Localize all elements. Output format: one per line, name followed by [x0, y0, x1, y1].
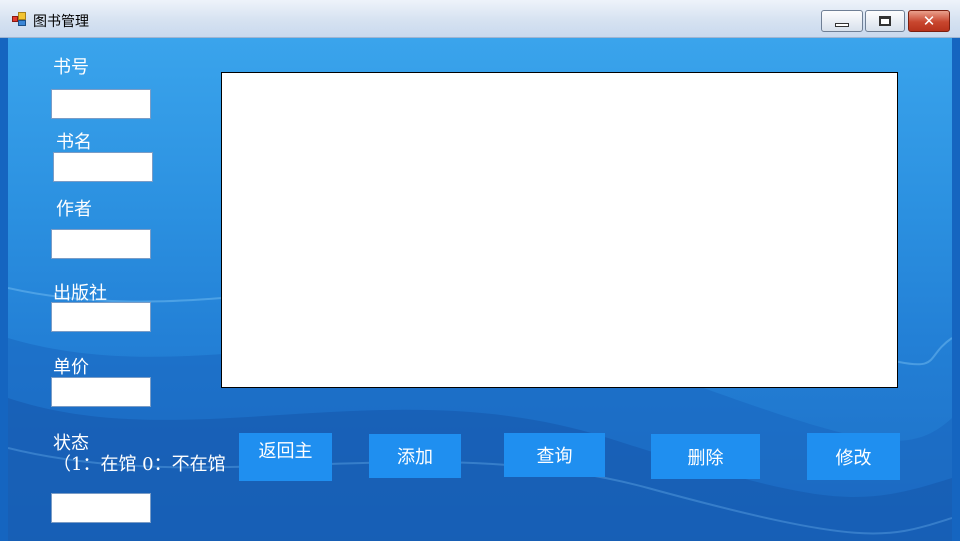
- delete-button[interactable]: 删除: [651, 434, 760, 479]
- close-button[interactable]: ✕: [908, 10, 950, 32]
- status-hint: （1：在馆 0：不在馆: [53, 454, 226, 475]
- book-no-input[interactable]: [51, 89, 151, 119]
- title-bar[interactable]: 图书管理 ✕: [0, 0, 960, 38]
- status-label: 状态: [53, 433, 89, 454]
- maximize-icon: [879, 16, 891, 26]
- back-to-main-button[interactable]: 返回主: [239, 433, 332, 481]
- close-icon: ✕: [922, 11, 936, 30]
- status-input[interactable]: [51, 493, 151, 523]
- query-button[interactable]: 查询: [504, 433, 605, 477]
- book-no-label: 书号: [53, 57, 89, 78]
- minimize-button[interactable]: [821, 10, 863, 32]
- window-title: 图书管理: [33, 14, 89, 30]
- book-name-input[interactable]: [53, 152, 153, 182]
- minimize-icon: [835, 23, 849, 27]
- author-label: 作者: [56, 199, 92, 220]
- price-label: 单价: [53, 357, 89, 378]
- add-button[interactable]: 添加: [369, 434, 461, 478]
- price-input[interactable]: [51, 377, 151, 407]
- book-name-label: 书名: [56, 132, 92, 153]
- modify-button[interactable]: 修改: [807, 433, 900, 480]
- app-icon: [12, 12, 28, 26]
- books-data-grid[interactable]: [221, 72, 898, 388]
- author-input[interactable]: [51, 229, 151, 259]
- publisher-label: 出版社: [53, 283, 107, 304]
- publisher-input[interactable]: [51, 302, 151, 332]
- maximize-button[interactable]: [865, 10, 905, 32]
